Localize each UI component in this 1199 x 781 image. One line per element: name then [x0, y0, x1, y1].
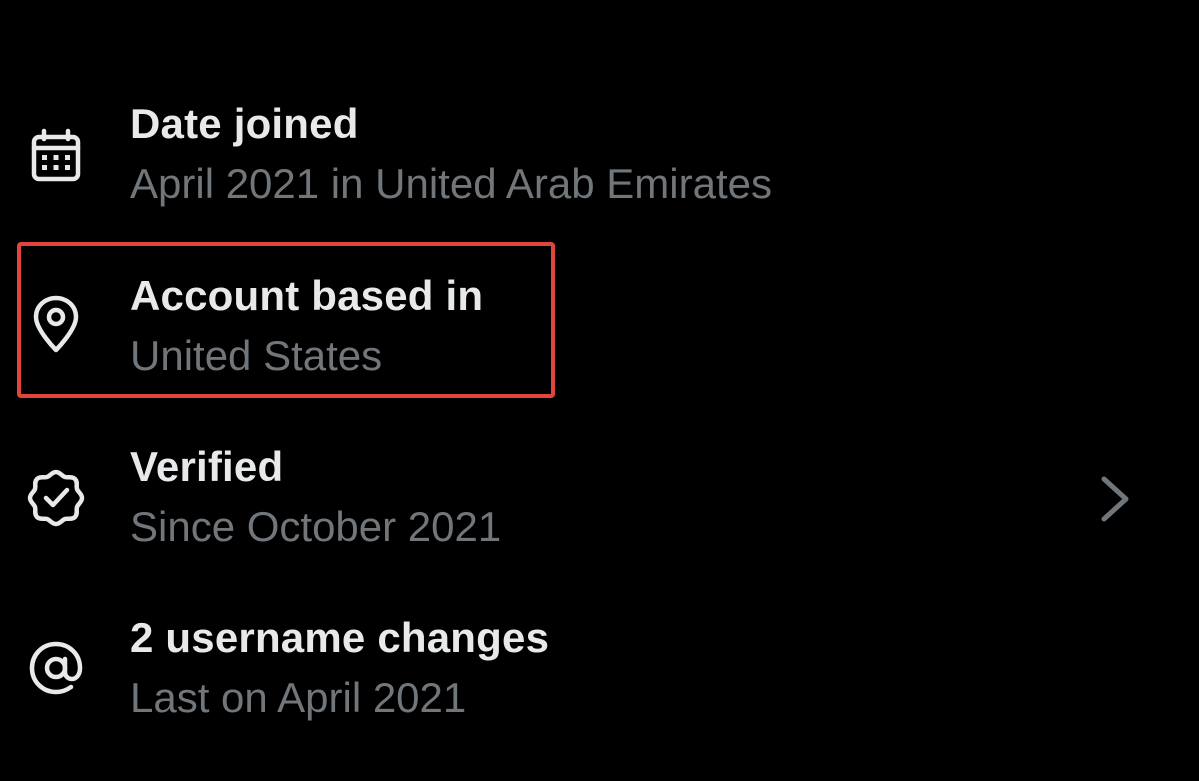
date-joined-title: Date joined [130, 100, 359, 147]
date-joined-row: Date joined April 2021 in United Arab Em… [0, 90, 1199, 230]
verified-badge-icon [22, 463, 90, 531]
date-joined-value: April 2021 in United Arab Emirates [130, 160, 772, 207]
verified-row[interactable]: Verified Since October 2021 [0, 433, 1199, 573]
at-sign-icon [22, 634, 90, 702]
username-changes-title: 2 username changes [130, 614, 550, 661]
verified-since: Since October 2021 [130, 503, 502, 550]
username-changes-last: Last on April 2021 [130, 674, 467, 721]
calendar-icon [22, 122, 90, 190]
highlight-annotation-box [17, 242, 555, 398]
chevron-right-icon[interactable] [1096, 473, 1136, 525]
verified-title: Verified [130, 443, 284, 490]
username-changes-row: 2 username changes Last on April 2021 [0, 604, 1199, 744]
